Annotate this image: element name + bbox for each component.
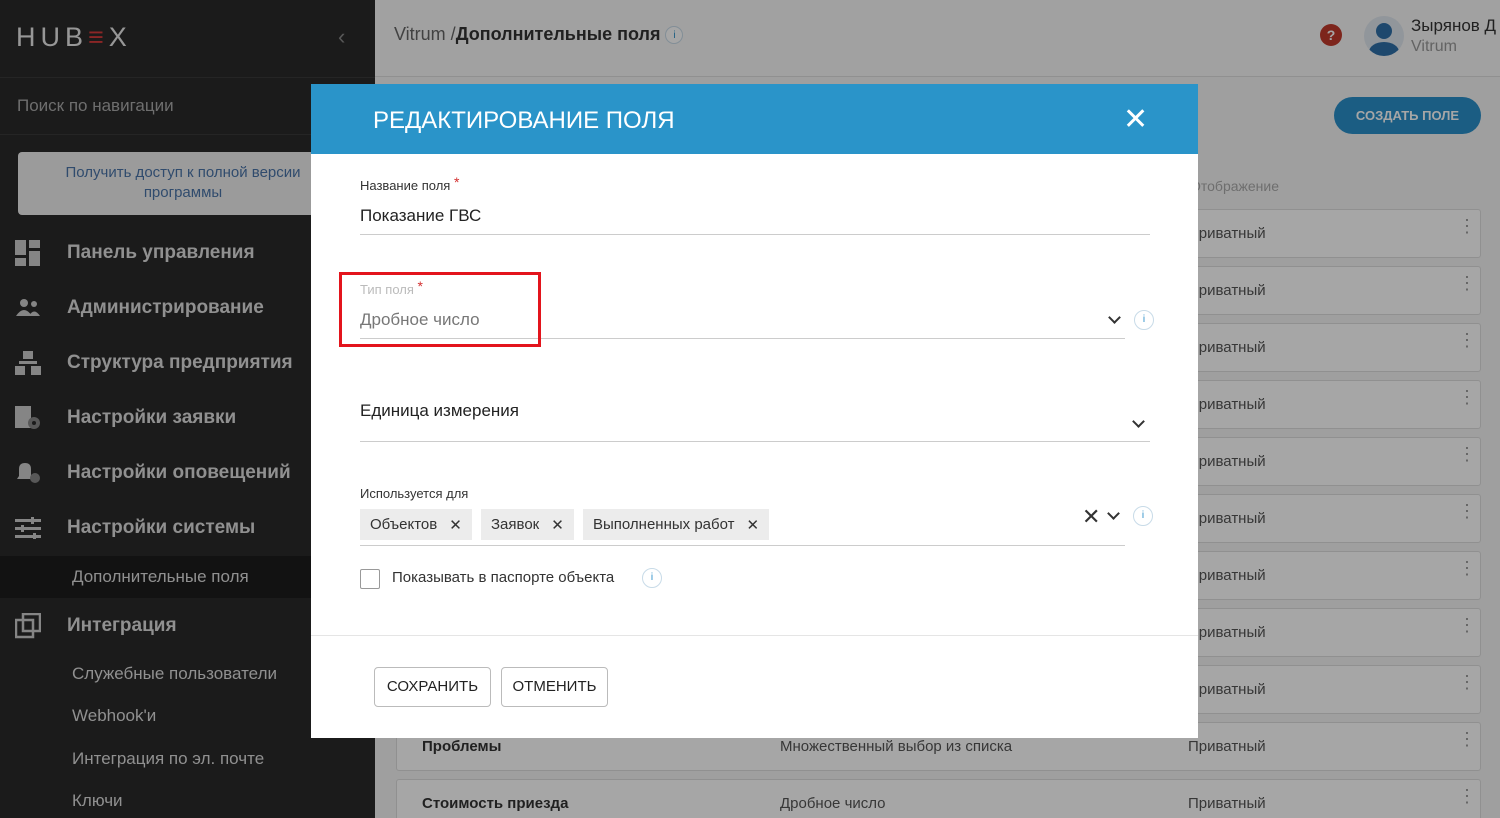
used-for-label: Используется для	[360, 486, 469, 501]
remove-chip-icon[interactable]: ✕	[449, 516, 462, 534]
used-for-underline	[360, 545, 1125, 546]
remove-chip-icon[interactable]: ✕	[551, 516, 564, 534]
field-name-input[interactable]: Показание ГВС	[360, 206, 481, 226]
chip-objects: Объектов ✕	[360, 509, 472, 540]
modal-footer-divider	[311, 635, 1198, 636]
field-name-underline	[360, 234, 1150, 235]
unit-underline	[360, 441, 1150, 442]
chevron-down-icon[interactable]	[1107, 507, 1120, 520]
chevron-down-icon[interactable]	[1108, 311, 1121, 324]
modal-header: РЕДАКТИРОВАНИЕ ПОЛЯ ✕	[311, 84, 1198, 154]
show-in-passport-label[interactable]: Показывать в паспорте объекта	[392, 569, 614, 586]
highlight-box	[339, 272, 541, 347]
save-button[interactable]: СОХРАНИТЬ	[374, 667, 491, 707]
chevron-down-icon[interactable]	[1132, 415, 1145, 428]
used-for-info-icon[interactable]: i	[1133, 506, 1153, 526]
unit-select[interactable]: Единица измерения	[360, 401, 519, 421]
field-type-info-icon[interactable]: i	[1134, 310, 1154, 330]
clear-selection-icon[interactable]: ✕	[1082, 504, 1100, 530]
chip-completed-works: Выполненных работ ✕	[583, 509, 770, 540]
field-name-label: Название поля *	[360, 174, 460, 193]
cancel-button[interactable]: ОТМЕНИТЬ	[501, 667, 608, 707]
show-in-passport-checkbox[interactable]	[360, 569, 380, 589]
modal-title: РЕДАКТИРОВАНИЕ ПОЛЯ	[373, 107, 675, 134]
close-icon[interactable]: ✕	[1123, 102, 1148, 137]
chip-requests: Заявок ✕	[481, 509, 574, 540]
remove-chip-icon[interactable]: ✕	[746, 516, 759, 534]
edit-field-modal: РЕДАКТИРОВАНИЕ ПОЛЯ ✕ Название поля * По…	[311, 84, 1198, 738]
passport-info-icon[interactable]: i	[642, 568, 662, 588]
